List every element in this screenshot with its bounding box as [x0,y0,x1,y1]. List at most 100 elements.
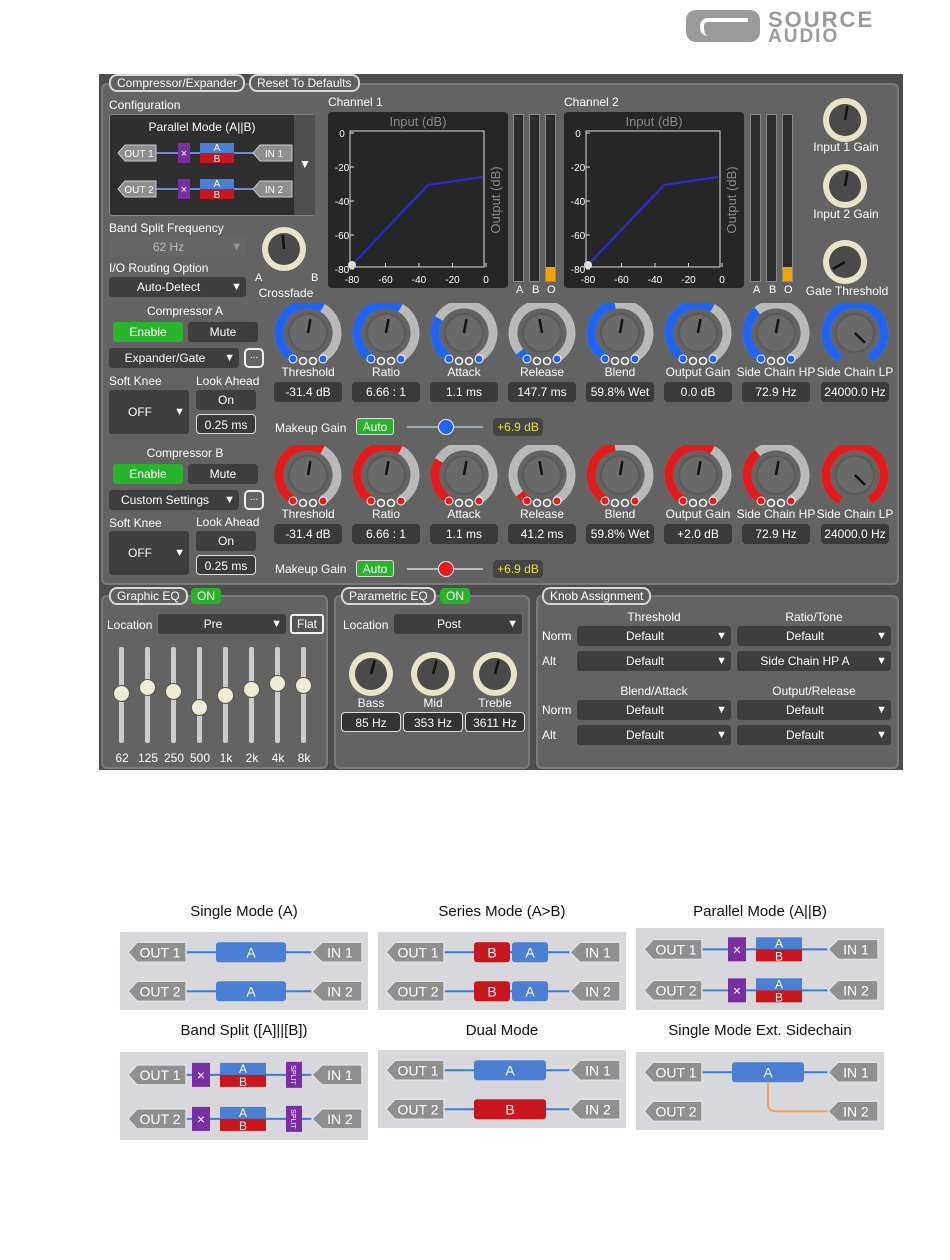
peq-knob-value[interactable]: 353 Hz [403,712,463,732]
transfer-curve [351,176,483,266]
assign-dropdown[interactable]: Default ▼ [737,626,891,646]
knob-value[interactable]: 0.0 dB [664,382,732,402]
mid-knob[interactable] [405,649,461,699]
ratio-knob[interactable] [351,445,421,509]
assign-value: Default [785,703,825,717]
knob-value[interactable]: 147.7 ms [508,382,576,402]
config-mode-box[interactable]: Parallel Mode (A||B) ▼ OUT 1 IN 1 × A B OUT 2… [109,114,315,216]
compressor-a-softknee-dropdown[interactable]: OFF ▼ [109,390,189,434]
knob-value[interactable]: 24000.0 Hz [821,524,889,544]
input-1-gain-knob[interactable] [820,96,870,142]
out-label: OUT 1 [140,944,181,960]
config-mode-scroll[interactable]: ▼ [294,115,315,215]
eq-slider-track[interactable] [301,647,306,743]
tab-parametric-eq[interactable]: Parametric EQ [341,587,436,605]
attack-knob[interactable] [429,303,499,367]
knob-value[interactable]: 6.66 : 1 [352,382,420,402]
graphic-eq-location-dropdown[interactable]: Pre ▼ [158,614,286,634]
parametric-eq-on-badge[interactable]: ON [440,588,470,604]
compressor-b-makeup-handle[interactable] [437,561,454,577]
compressor-a-type-dropdown[interactable]: Expander/Gate ▼ [109,348,239,368]
compressor-a-enable-button[interactable]: Enable [113,322,183,342]
assign-dropdown[interactable]: Side Chain HP A ▼ [737,651,891,671]
tab-knob-assignment[interactable]: Knob Assignment [542,587,652,605]
chevron-down-icon: ▼ [716,630,727,642]
ratio-knob[interactable] [351,303,421,367]
threshold-knob[interactable] [273,445,343,509]
bass-knob[interactable] [343,649,399,699]
mix-icon: × [197,1067,205,1083]
side-chain-lp-knob[interactable] [820,303,890,367]
gate-threshold-knob[interactable] [820,238,870,284]
knob-value[interactable]: 72.9 Hz [742,524,810,544]
assign-dropdown[interactable]: Default ▼ [737,725,891,745]
compressor-b-softknee-dropdown[interactable]: OFF ▼ [109,531,189,575]
compressor-a-makeup-auto[interactable]: Auto [356,418,394,435]
compressor-b-lookahead-value[interactable]: 0.25 ms [196,555,256,575]
input-2-gain-knob[interactable] [820,162,870,208]
band-split-dropdown[interactable]: 62 Hz ▼ [109,237,246,257]
peq-knob-value[interactable]: 3611 Hz [465,712,525,732]
in-label: IN 2 [265,185,284,196]
out-label: OUT 2 [124,185,154,196]
peq-knob-value[interactable]: 85 Hz [341,712,401,732]
assign-dropdown[interactable]: Default ▼ [737,700,891,720]
parametric-eq-location-dropdown[interactable]: Post ▼ [394,614,522,634]
side-chain-lp-knob[interactable] [820,445,890,509]
attack-knob[interactable] [429,445,499,509]
output-gain-knob[interactable] [663,303,733,367]
graphic-eq-on-badge[interactable]: ON [191,588,221,604]
compressor-a-lookahead-on[interactable]: On [196,390,256,410]
compressor-b-mute-button[interactable]: Mute [188,464,258,484]
blend-knob[interactable] [585,303,655,367]
compressor-a-lookahead-value[interactable]: 0.25 ms [196,414,256,434]
knob-value[interactable]: 1.1 ms [430,382,498,402]
compressor-b-lookahead-on[interactable]: On [196,531,256,551]
eq-slider-handle[interactable] [191,698,208,716]
eq-slider-track[interactable] [275,647,280,743]
blend-knob[interactable] [585,445,655,509]
knob-value[interactable]: -31.4 dB [274,382,342,402]
knob-value[interactable]: 59.8% Wet [586,524,654,544]
eq-slider-handle[interactable] [113,685,130,703]
knob-value[interactable]: 41.2 ms [508,524,576,544]
link-icon [688,498,698,508]
release-knob[interactable] [507,445,577,509]
knob-value[interactable]: 1.1 ms [430,524,498,544]
compressor-b-type-dropdown[interactable]: Custom Settings ▼ [109,490,239,510]
tab-compressor-expander[interactable]: Compressor/Expander [109,74,246,92]
side-chain-hp-knob[interactable] [741,303,811,367]
output-gain-knob[interactable] [663,445,733,509]
compressor-b-makeup-auto[interactable]: Auto [356,560,394,577]
threshold-knob[interactable] [273,303,343,367]
compressor-a-mute-button[interactable]: Mute [188,322,258,342]
knob-value[interactable]: 72.9 Hz [742,382,810,402]
assign-dropdown[interactable]: Default ▼ [577,700,731,720]
io-routing-dropdown[interactable]: Auto-Detect ▼ [109,277,246,297]
eq-slider-track[interactable] [197,647,202,743]
graph-x-tick: -20 [445,275,460,286]
knob-value[interactable]: +2.0 dB [664,524,732,544]
assign-dropdown[interactable]: Default ▼ [577,725,731,745]
treble-knob[interactable] [467,649,523,699]
knob-value[interactable]: 6.66 : 1 [352,524,420,544]
knob-value[interactable]: 59.8% Wet [586,382,654,402]
compressor-b-more-button[interactable]: ... [244,490,264,510]
compressor-a-makeup-handle[interactable] [437,419,454,435]
assign-dropdown[interactable]: Default ▼ [577,651,731,671]
tab-graphic-eq[interactable]: Graphic EQ [109,587,188,605]
reset-defaults-button[interactable]: Reset To Defaults [249,74,360,92]
side-chain-hp-knob[interactable] [741,445,811,509]
crossfade-knob[interactable] [259,224,309,274]
graphic-eq-flat-button[interactable]: Flat [290,614,324,634]
link-icon [308,498,318,508]
eq-slider-handle[interactable] [217,687,234,704]
compressor-b-enable-button[interactable]: Enable [113,464,183,484]
block-b-label: B [775,990,783,1004]
release-knob[interactable] [507,303,577,367]
mode-caption: Series Mode (A>B) [438,903,566,920]
knob-value[interactable]: 24000.0 Hz [821,382,889,402]
assign-dropdown[interactable]: Default ▼ [577,626,731,646]
knob-value[interactable]: -31.4 dB [274,524,342,544]
compressor-a-more-button[interactable]: ... [244,348,264,368]
